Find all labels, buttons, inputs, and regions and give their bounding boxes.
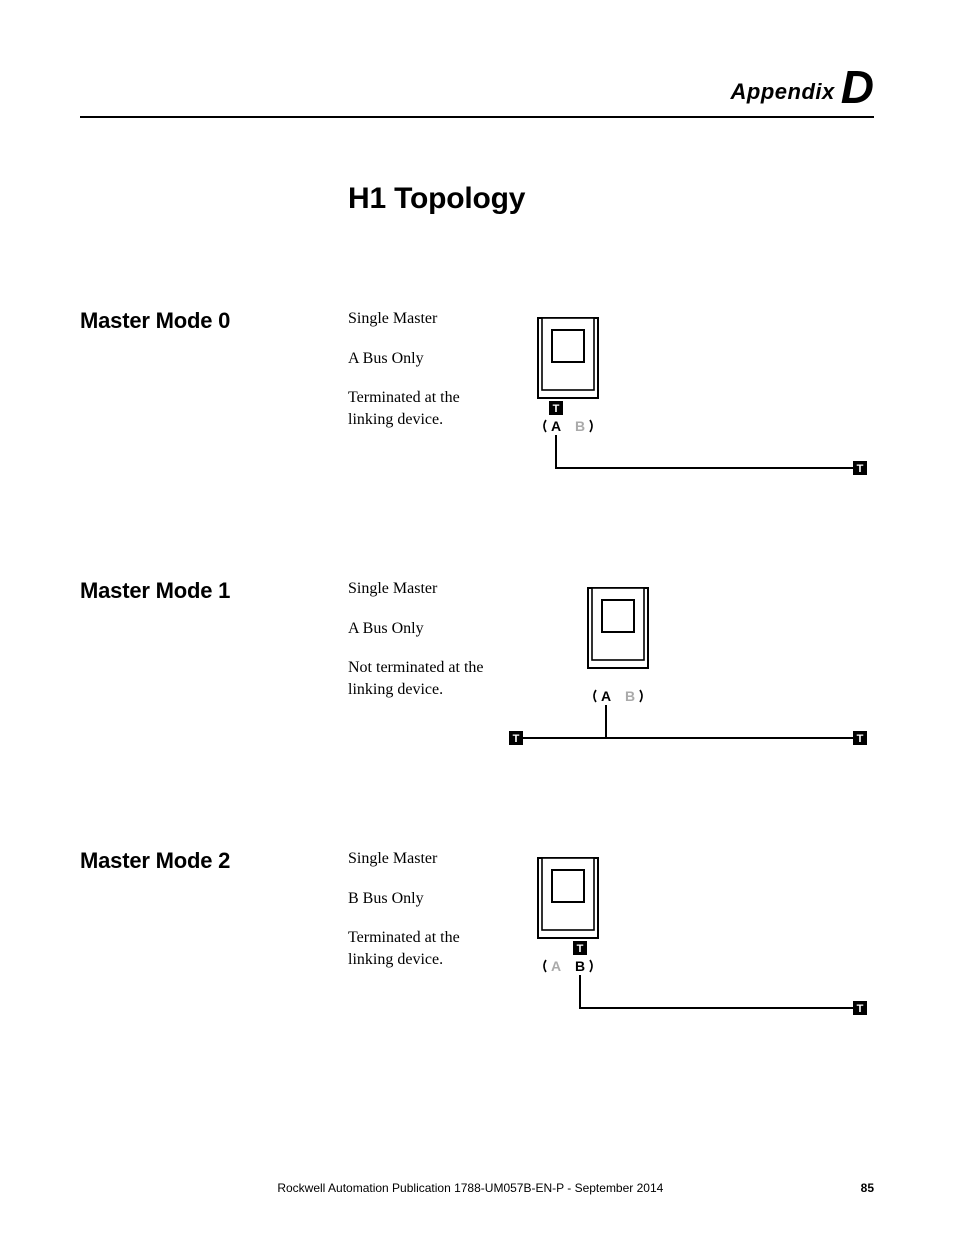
mode-heading: Master Mode 2: [80, 848, 348, 874]
diagram-container: A B T T: [508, 308, 874, 488]
appendix-word: Appendix: [731, 79, 835, 104]
mode-heading: Master Mode 1: [80, 578, 348, 604]
footer-publication: Rockwell Automation Publication 1788-UM0…: [80, 1181, 861, 1195]
appendix-header: Appendix D: [80, 60, 874, 118]
mode-section: Master Mode 1Single Master A Bus Only Not …: [80, 578, 874, 758]
mode-description: Single Master B Bus Only Terminated at the…: [348, 848, 508, 988]
svg-text:T: T: [857, 1003, 864, 1015]
mode-description-line: B Bus Only: [348, 888, 508, 910]
diagram-container: A B T T: [508, 848, 874, 1028]
topology-diagram: A B T T: [508, 848, 868, 1028]
mode-description-line: Not terminated at the linking device.: [348, 657, 508, 700]
svg-text:B: B: [575, 958, 585, 974]
appendix-letter: D: [841, 60, 874, 114]
svg-text:T: T: [513, 733, 520, 745]
mode-section: Master Mode 2Single Master B Bus Only Term…: [80, 848, 874, 1028]
svg-text:T: T: [553, 403, 560, 415]
svg-text:A: A: [601, 688, 611, 704]
mode-heading: Master Mode 0: [80, 308, 348, 334]
chapter-title: H1 Topology: [348, 182, 874, 216]
mode-description-line: Single Master: [348, 578, 508, 600]
mode-description: Single Master A Bus Only Terminated at the…: [348, 308, 508, 448]
mode-section: Master Mode 0Single Master A Bus Only Term…: [80, 308, 874, 488]
mode-description: Single Master A Bus Only Not terminated at…: [348, 578, 508, 718]
svg-text:A: A: [551, 958, 561, 974]
mode-description-line: Single Master: [348, 848, 508, 870]
page-footer: Rockwell Automation Publication 1788-UM0…: [80, 1181, 874, 1195]
footer-page-number: 85: [861, 1181, 874, 1195]
svg-text:B: B: [575, 418, 585, 434]
mode-description-line: A Bus Only: [348, 348, 508, 370]
topology-diagram: A B T T: [508, 578, 868, 758]
mode-description-line: Single Master: [348, 308, 508, 330]
diagram-container: A B T T: [508, 578, 874, 758]
svg-text:T: T: [857, 733, 864, 745]
svg-text:A: A: [551, 418, 561, 434]
topology-diagram: A B T T: [508, 308, 868, 488]
mode-description-line: Terminated at the linking device.: [348, 387, 508, 430]
svg-text:B: B: [625, 688, 635, 704]
mode-description-line: A Bus Only: [348, 618, 508, 640]
svg-text:T: T: [577, 943, 584, 955]
svg-text:T: T: [857, 463, 864, 475]
mode-description-line: Terminated at the linking device.: [348, 927, 508, 970]
